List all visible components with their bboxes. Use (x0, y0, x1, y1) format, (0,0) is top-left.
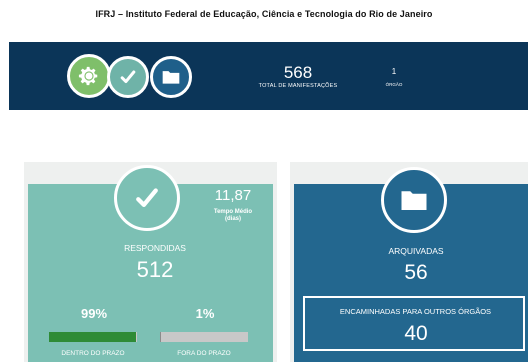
tempo-medio-label: Tempo Médio (dias) (205, 209, 261, 223)
fora-prazo-percent: 1% (195, 306, 215, 321)
arquivadas-label: ARQUIVADAS (388, 246, 444, 256)
gear-circle[interactable] (67, 54, 111, 98)
header-title: IFRJ – Instituto Federal de Educação, Ci… (95, 9, 433, 19)
check-icon (136, 188, 158, 207)
total-value: 568 (283, 63, 313, 82)
respondidas-label: RESPONDIDAS (124, 243, 186, 253)
fora-prazo-bar-fill (160, 332, 161, 342)
respondidas-value: 512 (136, 257, 174, 282)
arquivadas-badge (381, 167, 447, 233)
arquivadas-value: 56 (404, 261, 428, 284)
fora-prazo-bar (160, 332, 248, 342)
respondidas-badge (114, 165, 180, 231)
tempo-medio-unit: (dias) (224, 216, 241, 222)
folder-circle[interactable] (150, 56, 192, 98)
orgs-value: 1 (391, 67, 397, 76)
check-icon (120, 70, 136, 84)
summary-bar: 568 TOTAL DE MANIFESTAÇÕES 1 ÓRGÃO (9, 42, 528, 110)
folder-icon (162, 71, 180, 84)
fora-prazo-label: FORA DO PRAZO (177, 350, 231, 357)
tempo-medio-text: Tempo Médio (213, 209, 253, 215)
tempo-medio-value: 11,87 (214, 187, 252, 204)
dentro-prazo-percent: 99% (80, 306, 108, 321)
total-label: TOTAL DE MANIFESTAÇÕES (258, 83, 338, 89)
dentro-prazo-bar (49, 332, 137, 342)
check-circle[interactable] (107, 56, 149, 98)
dentro-prazo-bar-fill (49, 332, 137, 342)
encaminhadas-value: 40 (404, 322, 428, 345)
folder-icon (401, 191, 427, 210)
encaminhadas-label: ENCAMINHADAS PARA OUTROS ÓRGÃOS (339, 307, 492, 316)
dentro-prazo-label: DENTRO DO PRAZO (61, 350, 125, 357)
orgs-label: ÓRGÃO (385, 82, 403, 87)
gear-icon (78, 66, 98, 86)
